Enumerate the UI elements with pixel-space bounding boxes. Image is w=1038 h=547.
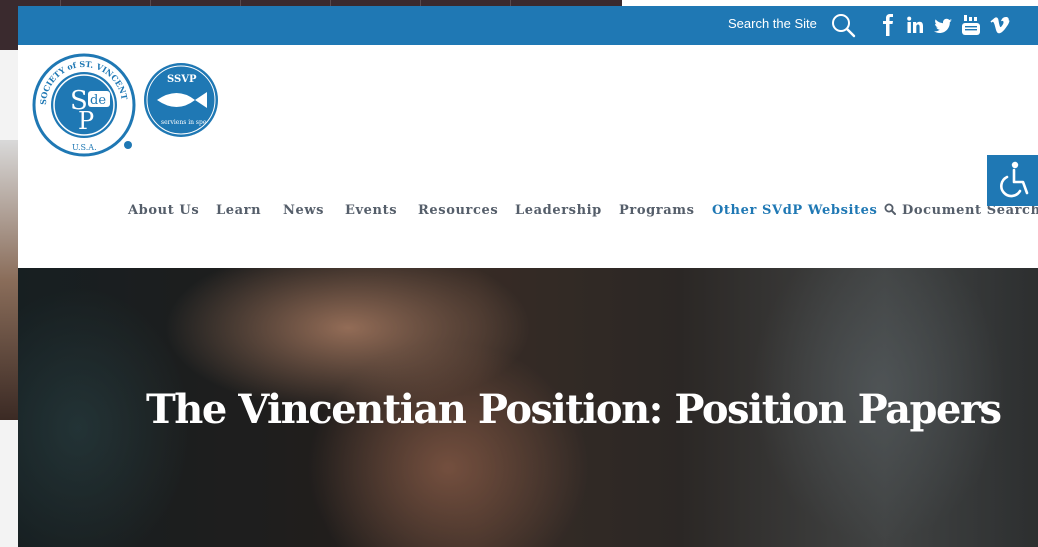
ssvp-logo[interactable]: SSVP serviens in spe [143,62,219,138]
site-header: SOCIETY of ST. VINCENT de PAUL S P de U.… [18,45,1038,268]
nav-item-resources[interactable]: Resources [418,203,498,218]
facebook-icon[interactable] [882,14,894,36]
ssvp-logo-bottom-text: serviens in spe [161,119,207,126]
nav-item-programs[interactable]: Programs [619,203,695,218]
linkedin-icon[interactable] [907,14,923,36]
hero-banner: The Vincentian Position: Position Papers [18,268,1038,547]
ssvp-logo-top-text: SSVP [167,74,197,85]
twitter-icon[interactable] [934,14,952,36]
nav-item-news[interactable]: News [283,203,324,218]
svdp-logo[interactable]: SOCIETY of ST. VINCENT de PAUL S P de U.… [30,49,138,157]
main-nav: About Us Learn News Events Resources Lea… [18,203,1038,225]
top-bar: Search the Site [18,6,1038,45]
vimeo-icon[interactable] [990,14,1010,36]
nav-item-learn[interactable]: Learn [216,203,261,218]
youtube-icon[interactable] [962,14,980,36]
search-label[interactable]: Search the Site [728,16,817,31]
accessibility-button[interactable] [987,155,1038,206]
search-icon [884,203,896,215]
svdp-logo-de: de [90,93,106,108]
nav-item-about-us[interactable]: About Us [128,203,199,218]
svdp-logo-p: P [78,107,94,135]
nav-item-other-svdp-websites[interactable]: Other SVdP Websites [712,203,877,218]
nav-item-events[interactable]: Events [345,203,397,218]
nav-item-leadership[interactable]: Leadership [515,203,602,218]
background-photo [0,140,18,420]
accessibility-icon [1000,161,1029,198]
page-title: The Vincentian Position: Position Papers [146,386,1002,433]
search-icon[interactable] [830,12,856,38]
svdp-logo-usa: U.S.A. [72,143,97,152]
